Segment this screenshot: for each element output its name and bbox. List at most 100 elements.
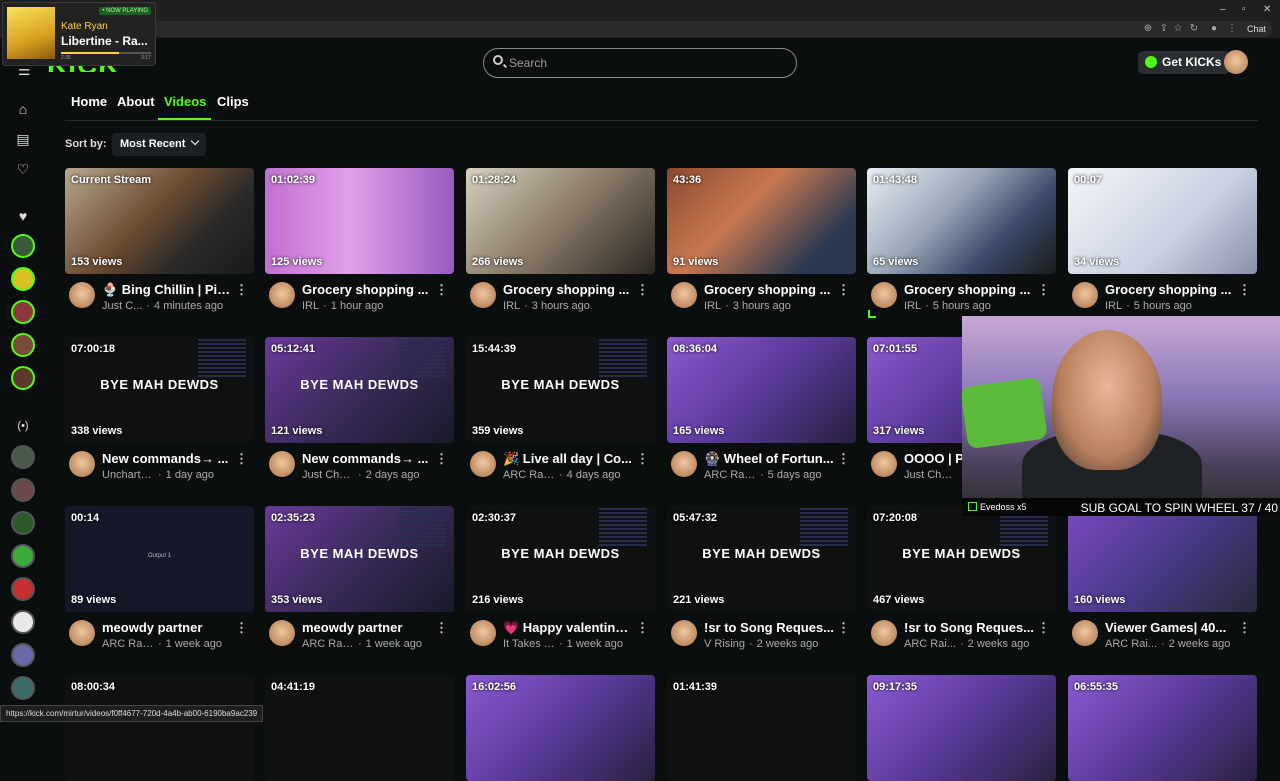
video-thumbnail[interactable]: 01:43:48 65 views	[867, 168, 1056, 274]
followed-channel-avatar[interactable]	[11, 267, 35, 291]
video-card[interactable]: 00:07 34 views Grocery shopping ... IRL · 5 h…	[1068, 168, 1257, 316]
channel-avatar[interactable]	[470, 451, 496, 477]
video-thumbnail[interactable]: 00:14 Output 1 89 views	[65, 506, 254, 612]
more-options-icon[interactable]: ⋮	[1037, 282, 1050, 298]
channel-avatar[interactable]	[269, 282, 295, 308]
share-icon[interactable]: ⇪	[1158, 23, 1170, 35]
more-options-icon[interactable]: ⋮	[435, 282, 448, 298]
video-category[interactable]: It Takes T...	[503, 638, 555, 650]
video-card[interactable]: 160 views Viewer Games| 40... ARC Rai... · 2…	[1068, 506, 1257, 654]
channel-avatar[interactable]	[69, 620, 95, 646]
video-thumbnail[interactable]: 07:20:08 BYE MAH DEWDS 467 views	[867, 506, 1056, 612]
followed-channel-avatar[interactable]	[11, 300, 35, 324]
channel-avatar[interactable]	[1072, 282, 1098, 308]
more-options-icon[interactable]: ⋮	[837, 620, 850, 636]
video-title[interactable]: !sr to Song Reques...	[704, 620, 834, 635]
maximize-icon[interactable]: ▫	[1242, 4, 1246, 15]
video-thumbnail[interactable]: 01:02:39 125 views	[265, 168, 454, 274]
copilot-chat-button[interactable]: Chat	[1240, 21, 1272, 37]
address-bar[interactable]	[130, 21, 1250, 37]
video-card[interactable]: 06:55:35	[1068, 675, 1257, 781]
video-title[interactable]: 🎡 Wheel of Fortun...	[704, 451, 834, 467]
video-category[interactable]: ARC Raid...	[102, 638, 154, 650]
video-card[interactable]: 04:41:19	[265, 675, 454, 781]
more-options-icon[interactable]: ⋮	[837, 282, 850, 298]
followed-channel-avatar[interactable]	[11, 366, 35, 390]
video-card[interactable]: 07:00:18 BYE MAH DEWDS 338 views New comman…	[65, 337, 254, 485]
recommended-channel-avatar[interactable]	[11, 610, 35, 634]
tab-clips[interactable]: Clips	[217, 94, 249, 109]
video-title[interactable]: Grocery shopping ...	[1105, 282, 1235, 297]
channel-avatar[interactable]	[269, 620, 295, 646]
more-options-icon[interactable]: ⋮	[636, 282, 649, 298]
home-icon[interactable]: ⌂	[13, 99, 33, 119]
video-card[interactable]: 02:35:23 BYE MAH DEWDS 353 views meowdy par…	[265, 506, 454, 654]
video-card[interactable]: 01:43:48 65 views Grocery shopping ... IRL ·…	[867, 168, 1056, 316]
video-title[interactable]: meowdy partner	[102, 620, 232, 635]
channel-avatar[interactable]	[69, 451, 95, 477]
more-options-icon[interactable]: ⋮	[1238, 282, 1251, 298]
tab-about[interactable]: About	[117, 94, 155, 109]
profile-icon[interactable]: ●	[1208, 23, 1220, 35]
video-thumbnail[interactable]: 15:44:39 BYE MAH DEWDS 359 views	[466, 337, 655, 443]
video-title[interactable]: Grocery shopping ...	[904, 282, 1034, 297]
video-card[interactable]: 16:02:56	[466, 675, 655, 781]
channel-avatar[interactable]	[470, 620, 496, 646]
video-title[interactable]: !sr to Song Reques...	[904, 620, 1034, 635]
video-card[interactable]: 01:41:39	[667, 675, 856, 781]
browse-icon[interactable]: ▤	[13, 129, 33, 149]
recommended-channel-avatar[interactable]	[11, 445, 35, 469]
video-thumbnail[interactable]: 160 views	[1068, 506, 1257, 612]
video-category[interactable]: Uncharted ...	[102, 469, 154, 481]
video-card[interactable]: 02:30:37 BYE MAH DEWDS 216 views 💗 Happy va…	[466, 506, 655, 654]
video-card[interactable]: 08:00:34	[65, 675, 254, 781]
bookmark-star-icon[interactable]: ☆	[1172, 23, 1184, 35]
video-card[interactable]: 01:28:24 266 views Grocery shopping ... IRL…	[466, 168, 655, 316]
tab-home[interactable]: Home	[71, 94, 107, 109]
video-title[interactable]: meowdy partner	[302, 620, 432, 635]
video-title[interactable]: 💗 Happy valentine...	[503, 620, 633, 636]
channel-avatar[interactable]	[1072, 620, 1098, 646]
channel-avatar[interactable]	[671, 620, 697, 646]
video-thumbnail[interactable]: 02:30:37 BYE MAH DEWDS 216 views	[466, 506, 655, 612]
search-input[interactable]: Search	[483, 48, 797, 78]
video-title[interactable]: Grocery shopping ...	[704, 282, 834, 297]
followed-channel-avatar[interactable]	[11, 234, 35, 258]
followed-channel-avatar[interactable]	[11, 333, 35, 357]
minimize-icon[interactable]: –	[1220, 4, 1226, 15]
video-category[interactable]: Just Chat...	[302, 469, 354, 481]
channel-avatar[interactable]	[671, 282, 697, 308]
video-thumbnail[interactable]: 05:12:41 BYE MAH DEWDS 121 views	[265, 337, 454, 443]
recommended-channel-avatar[interactable]	[11, 643, 35, 667]
video-thumbnail[interactable]: 04:41:19	[265, 675, 454, 781]
video-category[interactable]: Just Chat...	[904, 469, 956, 481]
channel-avatar[interactable]	[69, 282, 95, 308]
video-category[interactable]: ARC Raid...	[704, 469, 756, 481]
video-category[interactable]: IRL	[704, 300, 721, 312]
more-options-icon[interactable]: ⋮	[636, 620, 649, 636]
video-thumbnail[interactable]: 06:55:35	[1068, 675, 1257, 781]
recommended-channel-avatar[interactable]	[11, 676, 35, 700]
sort-dropdown[interactable]: Most Recent	[112, 133, 207, 156]
video-category[interactable]: ARC Raid...	[503, 469, 555, 481]
refresh-icon[interactable]: ↻	[1188, 23, 1200, 35]
video-card[interactable]: 08:36:04 165 views 🎡 Wheel of Fortun... ARC…	[667, 337, 856, 485]
video-thumbnail[interactable]: 05:47:32 BYE MAH DEWDS 221 views	[667, 506, 856, 612]
menu-dots-icon[interactable]: ⋮	[1226, 23, 1238, 35]
more-options-icon[interactable]: ⋮	[1037, 620, 1050, 636]
video-thumbnail[interactable]: 00:07 34 views	[1068, 168, 1257, 274]
channel-avatar[interactable]	[671, 451, 697, 477]
video-thumbnail[interactable]: Current Stream 153 views	[65, 168, 254, 274]
video-category[interactable]: ARC Raid...	[302, 638, 354, 650]
more-options-icon[interactable]: ⋮	[837, 451, 850, 467]
channel-avatar[interactable]	[269, 451, 295, 477]
video-thumbnail[interactable]: 16:02:56	[466, 675, 655, 781]
video-title[interactable]: 🎉 Live all day | Co...	[503, 451, 633, 467]
channel-avatar[interactable]	[871, 282, 897, 308]
video-category[interactable]: IRL	[503, 300, 520, 312]
video-thumbnail[interactable]: 02:35:23 BYE MAH DEWDS 353 views	[265, 506, 454, 612]
video-category[interactable]: IRL	[904, 300, 921, 312]
tab-videos[interactable]: Videos	[164, 94, 206, 109]
channel-avatar[interactable]	[470, 282, 496, 308]
channel-avatar[interactable]	[871, 620, 897, 646]
